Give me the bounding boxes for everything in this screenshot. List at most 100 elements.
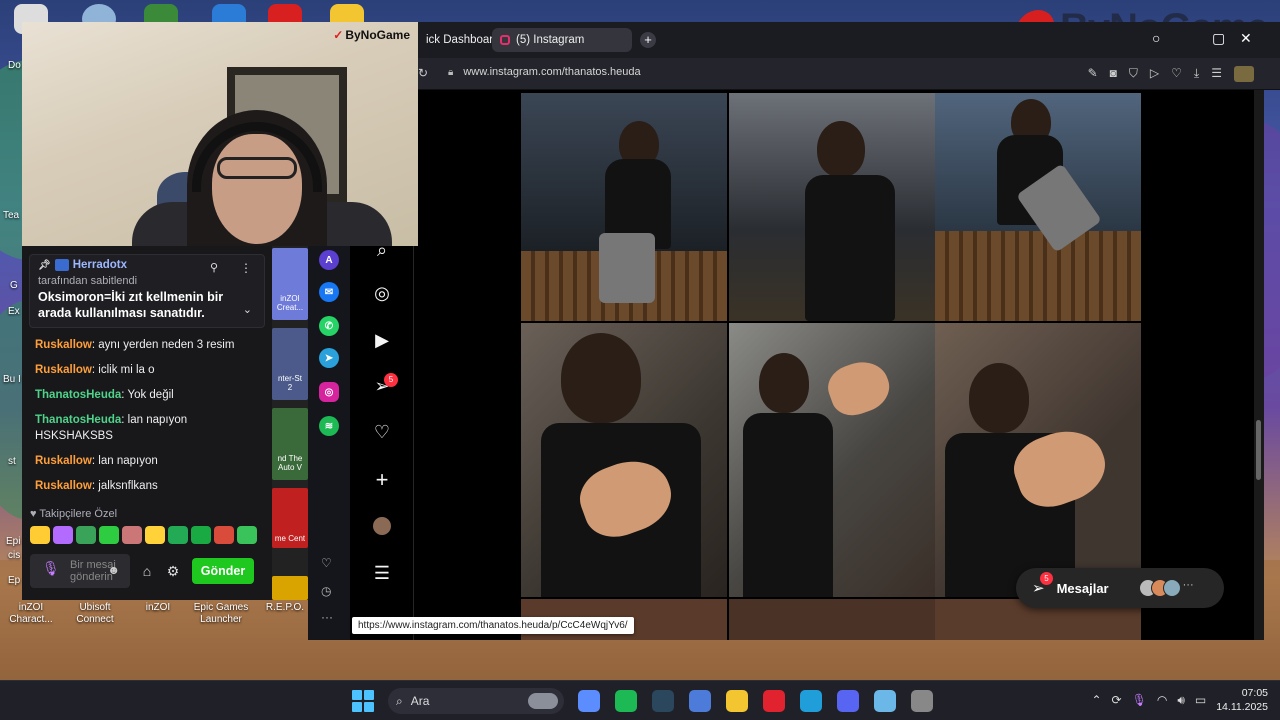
browser-app-sidebar: A ✉ ✆ ➤ ◎ ≋ ♡ ◷ ···	[308, 246, 350, 640]
copilot-icon[interactable]	[578, 690, 600, 712]
chat-message: Ruskallow: iclik mi la o	[35, 364, 155, 376]
desktop-icon-label: Ubisoft Connect	[76, 602, 114, 625]
restore-icon[interactable]: ▢	[1212, 30, 1225, 47]
notifications-heart-icon[interactable]: ♡	[370, 420, 394, 444]
telegram-icon[interactable]: ➤	[319, 348, 339, 368]
microphone-icon[interactable]: 🎙︎	[42, 561, 60, 575]
menu-icon[interactable]: ☰	[1211, 66, 1222, 82]
heart-icon[interactable]: ♡	[1171, 66, 1182, 82]
microphone-icon[interactable]: 🎙︎	[1132, 693, 1147, 707]
clock[interactable]: 07:05 14.11.2025	[1216, 686, 1268, 714]
post-thumbnail[interactable]	[729, 323, 935, 597]
windows-start-icon[interactable]	[352, 690, 374, 712]
taskbar-search[interactable]: ⌕ Ara	[388, 688, 564, 714]
more-options-icon[interactable]: ⋮	[240, 261, 252, 275]
desktop-icon-inzoi[interactable]: inZOI	[123, 602, 193, 614]
extension-avatar[interactable]	[1234, 66, 1254, 82]
emote-icon[interactable]	[53, 526, 73, 544]
chat-username[interactable]: Ruskallow	[35, 480, 92, 492]
chat-message: Ruskallow: jalksnflkans	[35, 480, 158, 492]
spotify-icon[interactable]	[615, 690, 637, 712]
chevron-up-icon[interactable]: ⌃	[1091, 693, 1101, 707]
edit-icon[interactable]: ✎	[1088, 66, 1098, 82]
chat-text: iclik mi la o	[98, 364, 155, 376]
game-thumb[interactable]: nd The Auto V	[272, 408, 308, 480]
battery-icon[interactable]: ▭	[1195, 693, 1206, 707]
chat-username[interactable]: Ruskallow	[35, 364, 92, 376]
close-icon[interactable]: ✕	[1240, 30, 1252, 47]
post-thumbnail[interactable]	[729, 599, 935, 640]
volume-icon[interactable]: 🔊︎	[1177, 693, 1185, 708]
desktop-icon-epic-games[interactable]: Epic Games Launcher	[186, 602, 256, 626]
reload-icon[interactable]: ↻	[418, 66, 428, 80]
file-explorer-icon[interactable]	[726, 690, 748, 712]
play-icon[interactable]: ▷	[1150, 66, 1159, 82]
chat-input[interactable]: 🎙︎ Bir mesaj gönderin ☻	[30, 554, 130, 588]
chat-username[interactable]: ThanatosHeuda	[35, 414, 121, 426]
steam-icon[interactable]	[652, 690, 674, 712]
game-thumb[interactable]: inZOI Creat...	[272, 248, 308, 320]
chat-username[interactable]: Ruskallow	[35, 339, 92, 351]
edge-icon[interactable]	[800, 690, 822, 712]
desktop-icon-inzoi-character[interactable]: inZOI Charact...	[0, 602, 66, 626]
camera-icon[interactable]: ◙	[1110, 66, 1117, 82]
unpin-icon[interactable]: ⚲	[210, 261, 218, 274]
opera-gx-icon[interactable]	[763, 690, 785, 712]
emote-icon[interactable]	[191, 526, 211, 544]
scrollbar-thumb[interactable]	[1256, 420, 1261, 480]
app-gear-icon[interactable]	[874, 690, 896, 712]
game-thumb[interactable]: nter-St 2	[272, 328, 308, 400]
desktop-icon-label: inZOI Charact...	[9, 602, 53, 625]
heart-icon[interactable]: ♡	[321, 556, 332, 570]
sync-icon[interactable]: ⟳	[1112, 693, 1122, 707]
post-thumbnail[interactable]	[521, 93, 727, 321]
tab-instagram[interactable]: (5) Instagram	[492, 28, 632, 52]
download-icon[interactable]: ⤓	[1194, 66, 1199, 82]
chat-username[interactable]: ThanatosHeuda	[35, 389, 121, 401]
emote-icon[interactable]	[122, 526, 142, 544]
post-thumbnail[interactable]	[935, 323, 1141, 597]
spotify-icon[interactable]: ≋	[319, 416, 339, 436]
post-thumbnail[interactable]	[935, 93, 1141, 321]
desktop-icon-ubisoft-connect[interactable]: Ubisoft Connect	[60, 602, 130, 626]
reels-icon[interactable]: ▶	[370, 328, 394, 352]
create-plus-icon[interactable]: +	[370, 468, 394, 492]
discord-icon[interactable]	[837, 690, 859, 712]
wifi-icon[interactable]: ◠	[1157, 693, 1167, 707]
explore-icon[interactable]: ◎	[370, 281, 394, 305]
post-thumbnail[interactable]	[521, 323, 727, 597]
obs-icon[interactable]	[911, 690, 933, 712]
gear-icon[interactable]: ⚙	[164, 563, 182, 580]
chevron-down-icon[interactable]: ⌄	[243, 303, 252, 316]
page-scrollbar[interactable]	[1254, 90, 1264, 640]
new-tab-button[interactable]: +	[640, 32, 656, 48]
emote-icon[interactable]	[30, 526, 50, 544]
emote-icon[interactable]	[76, 526, 96, 544]
post-thumbnail[interactable]	[729, 93, 935, 321]
send-button[interactable]: Gönder	[192, 558, 254, 584]
profile-avatar[interactable]	[370, 514, 394, 538]
clock-icon[interactable]: ◷	[321, 584, 331, 598]
instagram-icon[interactable]: ◎	[319, 382, 339, 402]
emote-icon[interactable]	[99, 526, 119, 544]
emoji-icon[interactable]: ☻	[107, 564, 120, 576]
more-menu-icon[interactable]: ☰	[370, 561, 394, 585]
chrome-like-icon[interactable]	[689, 690, 711, 712]
pin-icon: 📌︎	[38, 259, 51, 271]
messenger-icon[interactable]: ✉	[319, 282, 339, 302]
emote-icon[interactable]	[214, 526, 234, 544]
emote-icon[interactable]	[237, 526, 257, 544]
more-icon[interactable]: ···	[321, 610, 333, 624]
url-field[interactable]: 🔒︎ www.instagram.com/thanatos.heuda	[448, 66, 641, 78]
emote-icon[interactable]	[168, 526, 188, 544]
shield-icon[interactable]: ⛉	[1129, 66, 1138, 82]
game-thumb[interactable]	[272, 576, 308, 600]
search-icon[interactable]: ○	[1152, 30, 1160, 46]
store-icon[interactable]: ⌂	[138, 563, 156, 579]
whatsapp-icon[interactable]: ✆	[319, 316, 339, 336]
app-icon[interactable]: A	[319, 250, 339, 270]
game-thumb[interactable]: me Cent	[272, 488, 308, 548]
chat-username[interactable]: Ruskallow	[35, 455, 92, 467]
emote-icon[interactable]	[145, 526, 165, 544]
messages-button[interactable]: ➢ 5 Mesajlar ···	[1016, 568, 1224, 608]
